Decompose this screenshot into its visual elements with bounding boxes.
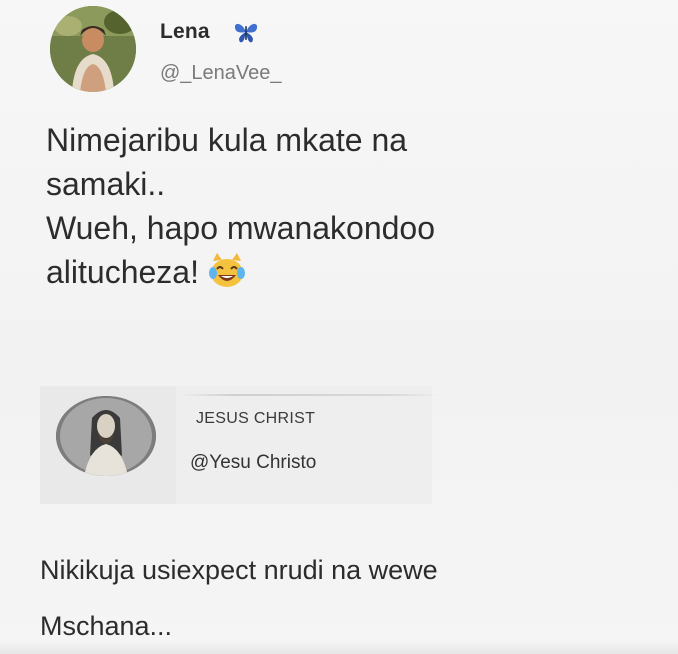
reply-author-avatar[interactable] [56,396,156,476]
tweet-text-line: samaki.. [46,166,166,202]
tweet-text-line: Nimejaribu kula mkate na [46,122,408,158]
reply-author-handle[interactable]: @Yesu Christo [190,452,316,474]
screenshot-page: Lena @_LenaVee_ Nimejaribu kula mkate na… [0,0,678,654]
laughing-tears-cat-emoji-icon [208,253,245,287]
avatar-photo [50,6,136,92]
reply-text-line: Nikikuja usiexpect nrudi na wewe [40,555,438,585]
reply-author-name[interactable]: JESUS CHRIST [196,410,315,428]
butterfly-icon [234,23,258,43]
reply-text: Nikikuja usiexpect nrudi na wewe Mschana… [40,542,660,654]
reply-divider [180,394,440,396]
tweet-text-line: alitucheza! [46,254,199,290]
tweet-author-name[interactable]: Lena [160,20,210,44]
tweet-author-handle[interactable]: @_LenaVee_ [160,62,282,85]
avatar-photo [56,396,156,476]
tweet-text-line-with-emoji: alitucheza! [46,250,646,294]
tweet-author-avatar[interactable] [50,6,136,92]
tweet-text-line: Wueh, hapo mwanakondoo [46,210,436,246]
tweet-text: Nimejaribu kula mkate na samaki.. Wueh, … [46,118,646,294]
bottom-shade [0,640,678,654]
